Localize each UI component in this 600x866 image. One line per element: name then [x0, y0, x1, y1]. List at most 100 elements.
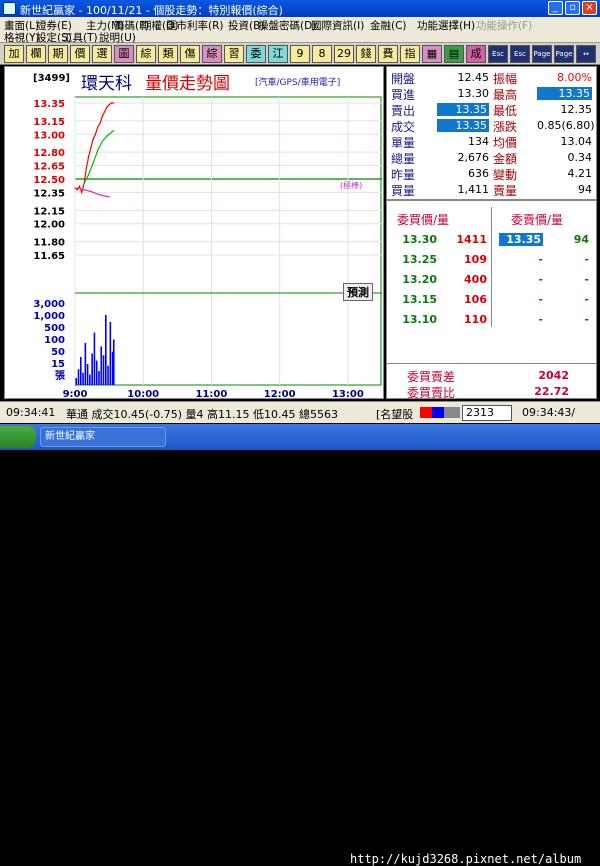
bid-point — [108, 196, 110, 198]
toolbar-button[interactable]: 綜 — [136, 45, 156, 63]
toolbar-button[interactable]: Page — [554, 45, 574, 63]
toolbar-button[interactable]: 29 — [334, 45, 354, 63]
toolbar-button[interactable]: 8 — [312, 45, 332, 63]
toolbar-button[interactable]: 綜 — [202, 45, 222, 63]
app-window: 新世紀贏家 - 100/11/21 - 個股走勢：特別報價(綜合) _ ▫ × … — [0, 0, 600, 866]
quote-value: 636 — [468, 167, 489, 180]
quote-label: 賣量 — [493, 184, 518, 198]
toolbar-button[interactable]: ▦ — [422, 45, 442, 63]
status-clock: 09:34:43/ — [522, 406, 576, 419]
price-tick: 12.00 — [33, 220, 65, 231]
taskbar-item[interactable]: 新世紀贏家 — [40, 427, 166, 447]
toolbar-button[interactable]: ↔ — [576, 45, 596, 63]
price-point — [90, 147, 92, 149]
toolbar-button[interactable]: 費 — [378, 45, 398, 63]
volume-unit: 張 — [55, 370, 66, 382]
toolbar-button[interactable]: Esc — [488, 45, 508, 63]
price-point — [85, 167, 87, 169]
toolbar-button[interactable]: 欄 — [26, 45, 46, 63]
bid-point — [76, 187, 78, 189]
avg-point — [92, 162, 94, 164]
watermark-text: http://kujd3268.pixnet.net/album — [350, 852, 582, 866]
quote-value: 12.45 — [457, 71, 490, 84]
price-tick: 12.50 — [33, 175, 65, 186]
toolbar-button[interactable]: 9 — [290, 45, 310, 63]
price-tick: 11.80 — [33, 238, 65, 249]
quote-value: 0.34 — [567, 151, 593, 164]
toolbar-button[interactable]: 加 — [4, 45, 24, 63]
quote-label: 昨量 — [391, 168, 416, 182]
price-tick: 13.35 — [33, 99, 65, 110]
toolbar-button[interactable]: 選 — [92, 45, 112, 63]
window-title: 新世紀贏家 - 100/11/21 - 個股走勢：特別報價(綜合) — [20, 4, 283, 17]
divider — [387, 363, 596, 364]
quote-value: 0.85(6.80) — [537, 119, 595, 132]
avg-point — [106, 135, 108, 137]
close-button[interactable]: × — [582, 1, 597, 15]
start-button[interactable] — [0, 426, 36, 448]
toolbar-button[interactable]: Esc — [510, 45, 530, 63]
price-point — [110, 102, 112, 104]
ask-volume: - — [584, 273, 589, 286]
avg-point — [113, 130, 115, 132]
volume-bar — [93, 332, 96, 385]
toolbar-button[interactable]: ▤ — [444, 45, 464, 63]
quote-value: 2,676 — [457, 151, 490, 164]
price-volume-chart: 13.35 13.15 13.00 12.80 12.65 12.50 12.35 12.15… — [33, 96, 382, 398]
toolbar-button[interactable]: 指 — [400, 45, 420, 63]
menu-item[interactable]: 匯市利率(R) — [166, 18, 224, 33]
ratio-value: 22.72 — [534, 385, 569, 398]
code-input[interactable]: 2313 — [462, 405, 512, 421]
diff-label: 委買賣差 — [407, 370, 456, 384]
menu-item[interactable]: 金融(C) — [370, 18, 407, 33]
toolbar-button[interactable]: 價 — [70, 45, 90, 63]
menu-item[interactable]: 功能選擇(H) — [417, 18, 475, 33]
toolbar-button[interactable]: 委 — [246, 45, 266, 63]
quote-value: 134 — [468, 135, 489, 148]
price-tick: 12.15 — [33, 206, 65, 217]
menu-item[interactable]: 國際資訊(I) — [311, 18, 364, 33]
quote-label: 最高 — [493, 88, 518, 102]
toolbar-button[interactable]: Page — [532, 45, 552, 63]
ask-price: - — [538, 273, 543, 286]
bid-point — [83, 189, 85, 191]
menu-item[interactable]: 操盤密碼(D) — [258, 18, 316, 33]
avg-point — [97, 149, 99, 151]
quote-value: 13.35 — [437, 119, 489, 132]
toolbar-button[interactable]: 類 — [158, 45, 178, 63]
quote-panel: 開盤 12.45 振幅 8.00% 買進 13.30 最高 13.35 賣出 13.35 最低 12.… — [386, 66, 597, 400]
volume-bar — [112, 339, 115, 385]
bid-price: 13.25 — [402, 253, 437, 266]
toolbar-button[interactable]: 成 — [466, 45, 486, 63]
toolbar-button[interactable]: 傷 — [180, 45, 200, 63]
signal-bar — [420, 407, 460, 418]
toolbar-button[interactable]: 江 — [268, 45, 288, 63]
avg-point — [83, 182, 85, 185]
quote-value: 94 — [578, 183, 592, 196]
toolbar-button[interactable]: 習 — [224, 45, 244, 63]
minimize-button[interactable]: _ — [548, 1, 563, 15]
maximize-button[interactable]: ▫ — [565, 1, 580, 15]
price-tick: 13.00 — [33, 130, 65, 141]
ask-volume: - — [584, 253, 589, 266]
bid-price: 13.20 — [402, 273, 437, 286]
title-bar: 新世紀贏家 - 100/11/21 - 個股走勢：特別報價(綜合) _ ▫ × — [0, 0, 600, 17]
volume-bar — [91, 353, 93, 385]
toolbar-button[interactable]: 期 — [48, 45, 68, 63]
price-tick: 13.15 — [33, 117, 65, 128]
volume-bar — [86, 364, 89, 385]
toolbar-button[interactable]: 錢 — [356, 45, 376, 63]
ask-price: - — [538, 293, 543, 306]
menu-item[interactable]: 功能操作(F) — [476, 18, 532, 33]
quote-label: 成交 — [391, 120, 416, 134]
price-point — [99, 122, 101, 125]
toolbar-button[interactable]: 圖 — [114, 45, 134, 63]
volume-bar — [102, 355, 105, 385]
forecast-badge[interactable]: 預測 — [343, 283, 373, 301]
volume-tick: 100 — [44, 335, 65, 346]
quote-value: 13.30 — [457, 87, 490, 100]
quote-value: 13.35 — [437, 103, 489, 116]
volume-bar — [77, 369, 80, 385]
avg-point — [110, 131, 112, 134]
bid-volume: 106 — [464, 293, 487, 306]
